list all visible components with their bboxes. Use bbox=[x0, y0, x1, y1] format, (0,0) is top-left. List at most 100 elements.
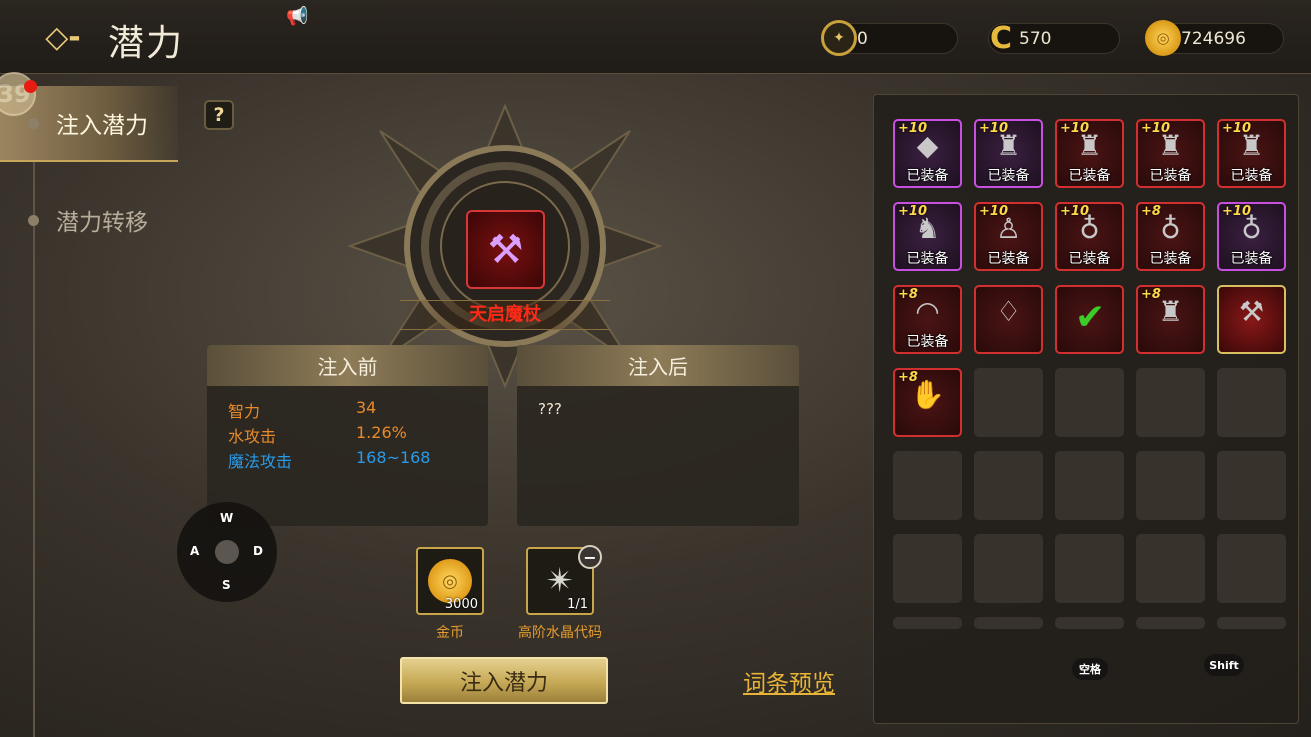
stat-row: 智力 34 bbox=[207, 398, 488, 423]
key-hint-shift: Shift bbox=[1204, 654, 1244, 676]
weapon-slot[interactable]: ⚒ bbox=[466, 210, 545, 289]
inventory-empty-slot[interactable] bbox=[1136, 534, 1205, 603]
stat-value: 1.26% bbox=[356, 423, 407, 442]
inventory-item[interactable]: ◠ +8 已装备 bbox=[893, 285, 962, 354]
inventory-empty-slot[interactable] bbox=[974, 451, 1043, 520]
equipped-label: 已装备 bbox=[1149, 251, 1192, 267]
inventory-empty-slot[interactable] bbox=[1055, 451, 1124, 520]
speaker-icon[interactable]: 📢 bbox=[286, 6, 308, 27]
inventory-item[interactable]: ♁ +10 已装备 bbox=[1055, 202, 1124, 271]
key-a: A bbox=[190, 544, 200, 558]
page-title: 潜力 bbox=[108, 23, 185, 64]
joystick-knob[interactable] bbox=[215, 540, 239, 564]
inventory-empty-slot[interactable] bbox=[1136, 451, 1205, 520]
target-coin-icon: ✦ bbox=[821, 20, 857, 56]
after-title: 注入后 bbox=[517, 345, 799, 386]
enhance-level: +10 bbox=[1222, 121, 1251, 136]
enhance-level: +8 bbox=[898, 287, 918, 302]
currency-value: 570 bbox=[1019, 28, 1052, 49]
stat-value: 34 bbox=[356, 398, 377, 417]
inventory-item[interactable]: ♜ +10 已装备 bbox=[1136, 119, 1205, 188]
inventory-item[interactable]: ♢ bbox=[974, 285, 1043, 354]
nav-dot bbox=[28, 214, 39, 226]
inventory-item[interactable]: ✔ bbox=[1055, 285, 1124, 354]
stat-name: 魔法攻击 bbox=[228, 452, 293, 471]
stat-name: 智力 bbox=[228, 402, 261, 421]
back-button[interactable]: ◇- bbox=[32, 16, 94, 58]
equipped-label: 已装备 bbox=[1068, 251, 1111, 267]
inventory-empty-slot[interactable] bbox=[893, 451, 962, 520]
inventory-item[interactable]: ♁ +8 已装备 bbox=[1136, 202, 1205, 271]
enhance-level: +10 bbox=[1060, 121, 1089, 136]
help-button[interactable]: ? bbox=[204, 100, 234, 130]
inventory-empty-slot[interactable] bbox=[974, 534, 1043, 603]
inventory-empty-slot[interactable] bbox=[1217, 451, 1286, 520]
equipped-label: 已装备 bbox=[1230, 251, 1273, 267]
enhance-level: +8 bbox=[898, 370, 918, 385]
inventory-empty-slot[interactable] bbox=[1217, 617, 1286, 629]
tab-transfer-potential[interactable]: 潜力转移 bbox=[0, 182, 200, 258]
before-title: 注入前 bbox=[207, 345, 488, 386]
inventory-item[interactable]: ♜ +10 已装备 bbox=[1217, 119, 1286, 188]
wasd-joystick[interactable]: W A D S bbox=[177, 502, 277, 602]
weapon-name: 天启魔杖 bbox=[400, 300, 610, 330]
enhance-level: +10 bbox=[1141, 121, 1170, 136]
staff-icon: ⚒ bbox=[487, 226, 524, 273]
enhance-level: +10 bbox=[1222, 204, 1251, 219]
equipped-label: 已装备 bbox=[906, 334, 949, 350]
tab-label: 注入潜力 bbox=[56, 113, 148, 139]
item-icon: ♢ bbox=[995, 295, 1022, 328]
inventory-item[interactable]: ♜ +8 bbox=[1136, 285, 1205, 354]
inventory-item[interactable]: ♜ +10 已装备 bbox=[1055, 119, 1124, 188]
inventory-item[interactable]: ♁ +10 已装备 bbox=[1217, 202, 1286, 271]
inventory-item[interactable]: ◆ +10 已装备 bbox=[893, 119, 962, 188]
inventory-item[interactable]: ♞ +10 已装备 bbox=[893, 202, 962, 271]
currency-target: ✦ 0 bbox=[821, 20, 958, 56]
currency-gold: ◎ 724696 bbox=[1145, 20, 1284, 56]
material-label: 高阶水晶代码 bbox=[518, 625, 602, 641]
enhance-level: +10 bbox=[898, 121, 927, 136]
currency-value: 724696 bbox=[1181, 28, 1246, 49]
crystal-icon: ✴ bbox=[545, 561, 575, 601]
material-count: 3000 bbox=[444, 597, 478, 612]
material-gold[interactable]: ◎ 3000 bbox=[416, 547, 484, 615]
inventory-item[interactable]: ✋ +8 bbox=[893, 368, 962, 437]
stat-value: 168~168 bbox=[356, 448, 431, 467]
inventory-panel: ◆ +10 已装备 ♜ +10 已装备 ♜ +10 已装备 ♜ +10 已装备 ♜ +10 已装备 ♞ +10 已… bbox=[873, 94, 1299, 724]
inventory-empty-slot[interactable] bbox=[1136, 368, 1205, 437]
enhance-level: +10 bbox=[898, 204, 927, 219]
inventory-item[interactable]: ⚒ bbox=[1217, 285, 1286, 354]
key-d: D bbox=[253, 544, 263, 558]
key-s: S bbox=[222, 578, 231, 592]
inventory-empty-slot[interactable] bbox=[1217, 368, 1286, 437]
enhance-level: +10 bbox=[979, 121, 1008, 136]
inventory-item[interactable]: ♜ +10 已装备 bbox=[974, 119, 1043, 188]
equipped-label: 已装备 bbox=[987, 251, 1030, 267]
inventory-empty-slot[interactable] bbox=[974, 617, 1043, 629]
stat-name: 水攻击 bbox=[228, 427, 277, 446]
inject-potential-button[interactable]: 注入潜力 bbox=[400, 657, 608, 704]
inventory-empty-slot[interactable] bbox=[1136, 617, 1205, 629]
inventory-item[interactable]: ♙ +10 已装备 bbox=[974, 202, 1043, 271]
equipped-label: 已装备 bbox=[1149, 168, 1192, 184]
affix-preview-link[interactable]: 词条预览 bbox=[743, 664, 835, 698]
inventory-empty-slot[interactable] bbox=[974, 368, 1043, 437]
checkmark-icon: ✔ bbox=[1075, 297, 1106, 338]
equipped-label: 已装备 bbox=[1230, 168, 1273, 184]
inventory-empty-slot[interactable] bbox=[893, 534, 962, 603]
equipped-label: 已装备 bbox=[906, 168, 949, 184]
c-coin-icon: C bbox=[989, 20, 1013, 56]
inventory-empty-slot[interactable] bbox=[1055, 368, 1124, 437]
inventory-empty-slot[interactable] bbox=[1055, 534, 1124, 603]
inventory-empty-slot[interactable] bbox=[893, 617, 962, 629]
equipped-label: 已装备 bbox=[906, 251, 949, 267]
inventory-empty-slot[interactable] bbox=[1055, 617, 1124, 629]
gold-coin-icon: ◎ bbox=[1145, 20, 1181, 56]
nav-dot bbox=[28, 117, 39, 129]
inventory-empty-slot[interactable] bbox=[1217, 534, 1286, 603]
equipped-label: 已装备 bbox=[1068, 168, 1111, 184]
currency-c: C 570 bbox=[988, 21, 1120, 56]
remove-material-button[interactable]: − bbox=[578, 545, 602, 569]
enhance-level: +8 bbox=[1141, 287, 1161, 302]
enhance-level: +10 bbox=[979, 204, 1008, 219]
